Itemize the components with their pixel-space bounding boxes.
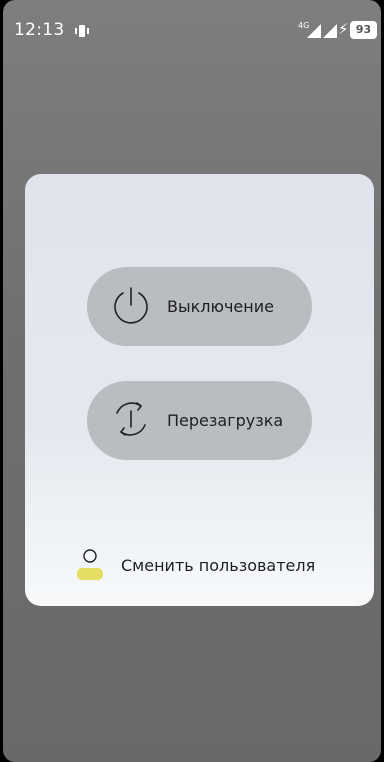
power-off-label: Выключение (167, 297, 274, 316)
signal-icon (323, 23, 337, 42)
power-menu-panel: Выключение Перезагрузка Сменить пользова… (25, 174, 374, 606)
power-off-button[interactable]: Выключение (87, 267, 312, 346)
vibrate-icon (74, 23, 90, 39)
status-bar: 12:13 4G ⚡ 93 (3, 0, 381, 46)
restart-button[interactable]: Перезагрузка (87, 381, 312, 460)
signal-icon (307, 23, 321, 42)
restart-icon (109, 397, 153, 441)
switch-user-label: Сменить пользователя (121, 556, 316, 575)
screen: 12:13 4G ⚡ 93 Выключение Перезагрузка См… (3, 0, 381, 762)
user-icon (75, 548, 105, 580)
restart-label: Перезагрузка (167, 411, 284, 430)
battery-icon: 93 (350, 21, 377, 39)
power-icon (109, 283, 153, 327)
switch-user-button[interactable]: Сменить пользователя (75, 548, 335, 582)
status-time: 12:13 (14, 20, 65, 40)
charging-icon: ⚡ (338, 20, 349, 38)
